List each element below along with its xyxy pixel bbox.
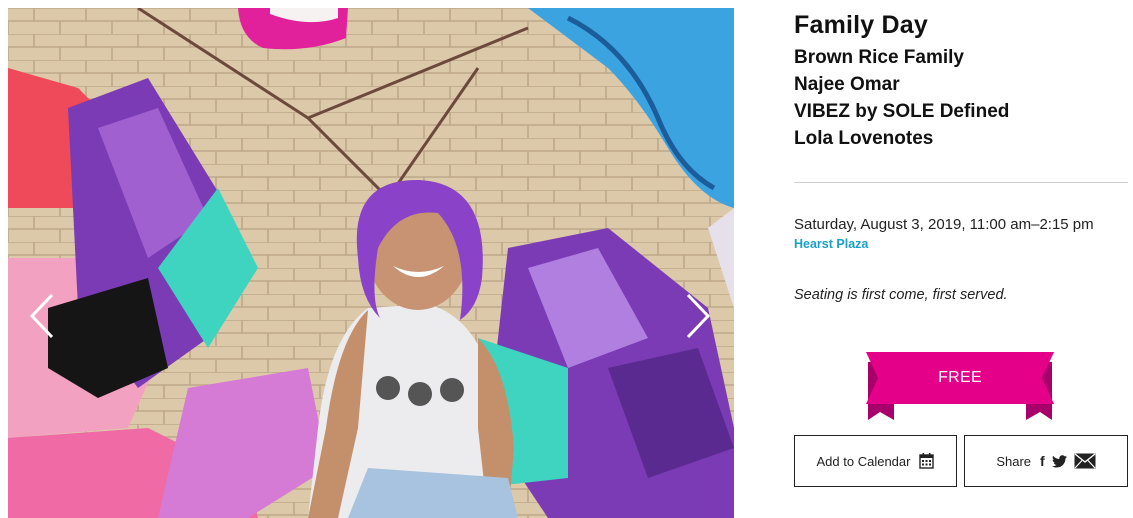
event-photo [8, 8, 734, 518]
performer-item: Lola Lovenotes [794, 128, 934, 149]
performer-item: VIBEZ by SOLE Defined [794, 101, 1010, 122]
price-ribbon[interactable]: FREE [866, 352, 1054, 420]
event-photo-carousel [8, 8, 734, 518]
event-datetime: Saturday, August 3, 2019, 11:00 am–2:15 … [794, 216, 1094, 233]
price-label: FREE [938, 369, 982, 386]
chevron-left-icon [29, 293, 54, 339]
performer-item: Najee Omar [794, 74, 900, 95]
share-button[interactable]: Share f [964, 435, 1128, 487]
section-divider [794, 182, 1128, 183]
carousel-next-button[interactable] [678, 288, 718, 344]
event-details-panel: Family Day Brown Rice Family Najee Omar … [794, 0, 1128, 518]
chevron-right-icon [686, 293, 711, 339]
performer-list: Brown Rice Family Najee Omar VIBEZ by SO… [794, 44, 1009, 152]
add-to-calendar-label: Add to Calendar [816, 453, 911, 469]
calendar-icon [919, 453, 935, 469]
event-title: Family Day [794, 11, 929, 39]
facebook-icon[interactable]: f [1040, 454, 1045, 468]
add-to-calendar-button[interactable]: Add to Calendar [794, 435, 957, 487]
performer-item: Brown Rice Family [794, 47, 964, 68]
seating-note: Seating is first come, first served. [794, 287, 1008, 303]
venue-link[interactable]: Hearst Plaza [794, 237, 868, 251]
share-label: Share [996, 453, 1032, 469]
twitter-icon[interactable] [1051, 454, 1067, 468]
email-icon[interactable] [1074, 453, 1096, 469]
carousel-prev-button[interactable] [22, 288, 62, 344]
